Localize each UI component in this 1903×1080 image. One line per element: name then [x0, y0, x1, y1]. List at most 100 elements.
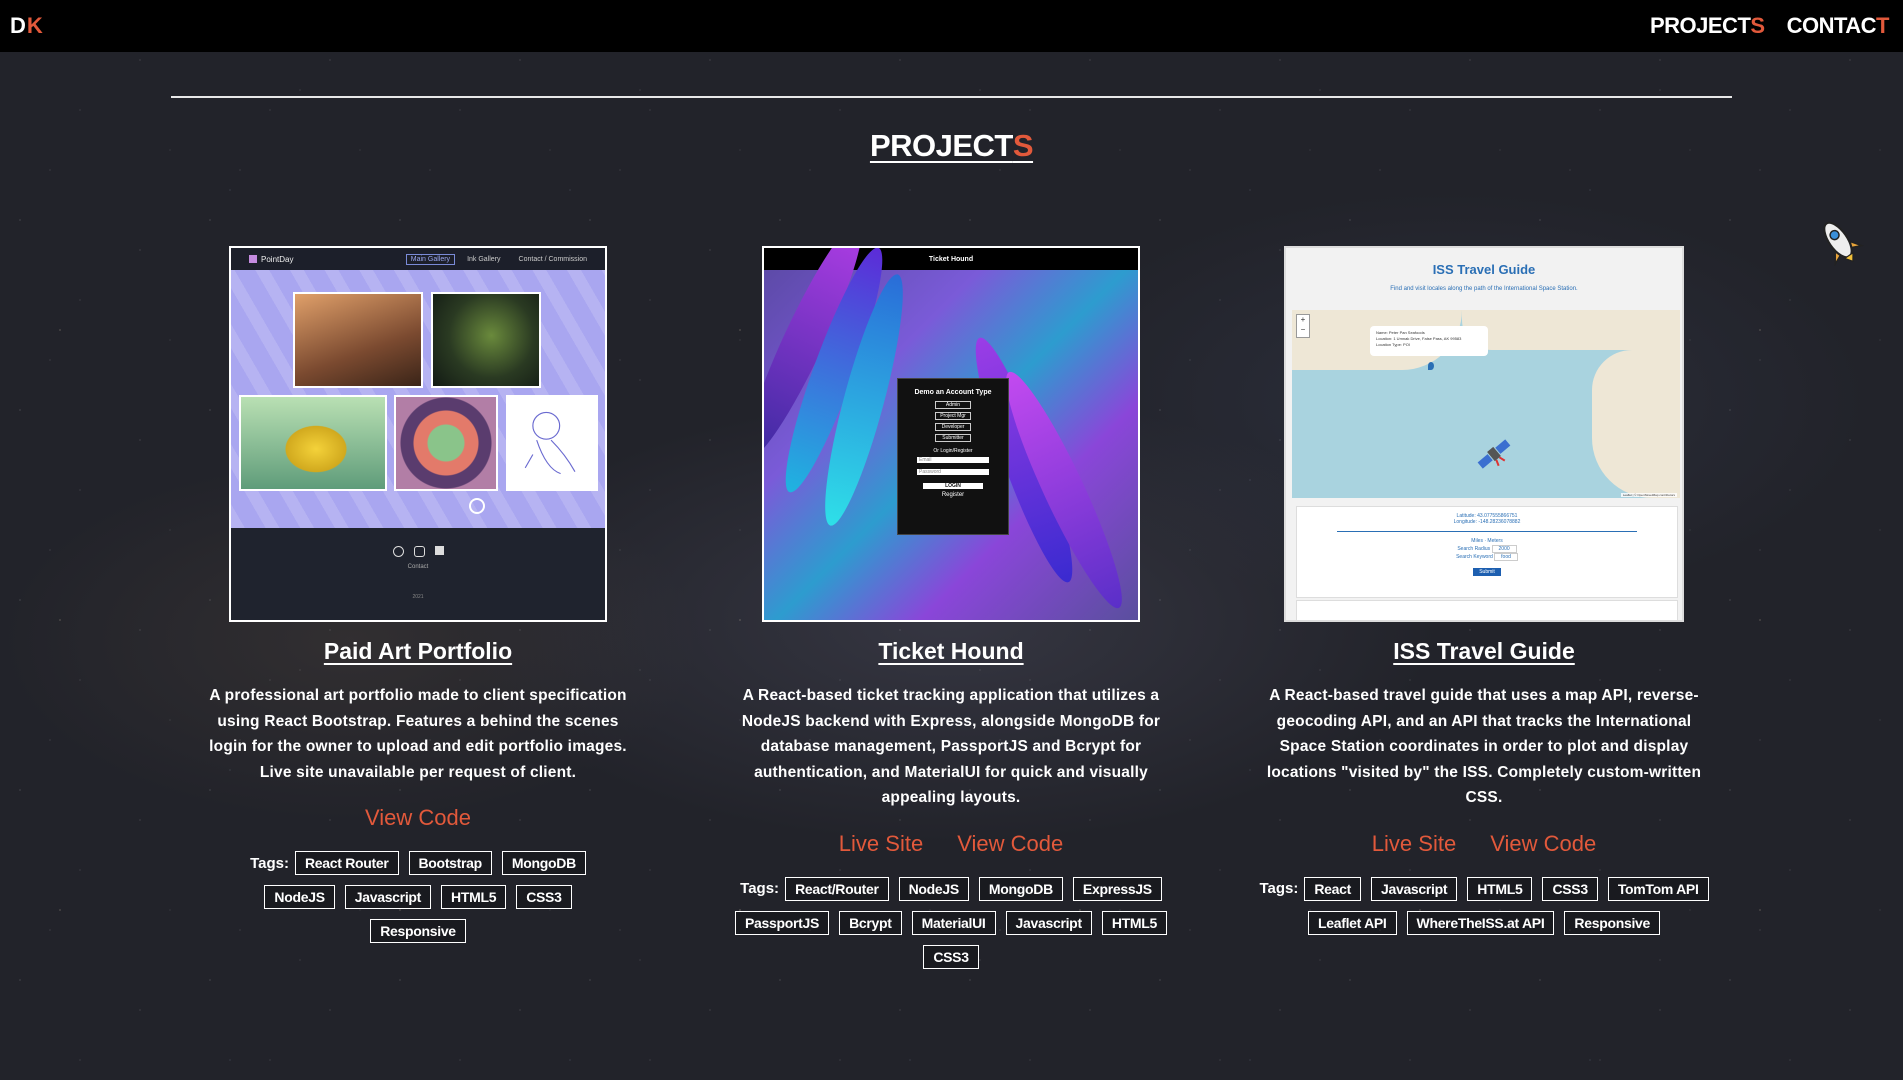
tag: HTML5 [441, 885, 507, 909]
project-screenshot-ticket-hound[interactable]: Ticket Hound Demo an Account Type Admin … [762, 246, 1140, 622]
satellite-icon [1477, 439, 1511, 469]
results-panel [1296, 600, 1678, 620]
units-meters[interactable]: Meters [1487, 538, 1502, 544]
project-card-ticket-hound: Ticket Hound Demo an Account Type Admin … [716, 246, 1186, 969]
screenshot-login-page: Demo an Account Type Admin Project Mgr D… [764, 248, 1138, 620]
site-logo[interactable]: DK [10, 13, 44, 39]
project-description: A React-based travel guide that uses a m… [1266, 687, 1702, 806]
map-popup: Name: Peter Pan Seafoods Location: 1 Umn… [1370, 326, 1488, 356]
tag: MongoDB [978, 876, 1063, 901]
tag: React Router [294, 851, 399, 875]
project-tags: Tags: React/Router NodeJS MongoDB Expres… [731, 876, 1171, 969]
nav-links: PROJECTS CONTACT [1650, 13, 1890, 39]
tag: NodeJS [898, 876, 969, 901]
live-site-link[interactable]: Live Site [1372, 831, 1456, 857]
tag: React [1304, 876, 1361, 901]
instagram-icon[interactable] [413, 546, 425, 557]
screenshot-gallery [231, 270, 605, 528]
units-miles[interactable]: Miles [1471, 538, 1483, 544]
screenshot-footer: Contact 2021 [231, 528, 605, 620]
top-navbar: DK PROJECTS CONTACT [0, 0, 1903, 52]
iss-longitude: Longitude: -148.28236078882 [1453, 519, 1521, 525]
tag: Responsive [1564, 910, 1661, 935]
tag: React/Router [785, 876, 889, 901]
iss-subtitle: Find and visit locales along the path of… [1390, 286, 1578, 292]
kofi-icon[interactable] [434, 546, 444, 555]
project-card-paid-art-portfolio: PointDay Main Gallery Ink Gallery Contac… [183, 246, 653, 943]
map-zoom-controls[interactable]: + − [1296, 314, 1310, 338]
nav-contact-accent: T [1876, 13, 1889, 38]
map-attribution: Leaflet | © OpenStreetMap contributors [1620, 493, 1677, 497]
section-title-main: PROJECT [869, 128, 1013, 163]
tag: NodeJS [264, 885, 335, 909]
section-title: PROJECTS [0, 128, 1903, 164]
email-field[interactable]: Email [917, 457, 989, 463]
project-tags: Tags: React Router Bootstrap MongoDB Nod… [213, 851, 623, 943]
footer-copyright: 2021 [412, 594, 424, 600]
tag: Bcrypt [839, 910, 902, 935]
radius-row: Search Radius 2000 [1297, 545, 1677, 553]
live-site-link[interactable]: Live Site [839, 831, 923, 857]
or-login-text: Or Login/Register [933, 448, 973, 454]
radius-label: Search Radius [1457, 546, 1491, 552]
screenshot-nav-item: Main Gallery [405, 253, 456, 265]
nav-projects-accent: S [1750, 13, 1765, 38]
tag: Javascript [1005, 910, 1092, 935]
keyword-row: Search Keyword food [1297, 553, 1677, 561]
tag: HTML5 [1101, 910, 1167, 935]
section-title-text: PROJECTS [869, 128, 1034, 163]
register-link[interactable]: Register [898, 492, 1008, 498]
nav-projects-text: PROJECT [1649, 13, 1751, 38]
screenshot-nav-item: Contact / Commission [518, 255, 587, 263]
nav-contact-link[interactable]: CONTACT [1786, 13, 1890, 39]
view-code-link[interactable]: View Code [365, 805, 471, 831]
project-tags: Tags: React Javascript HTML5 CSS3 TomTom… [1254, 876, 1714, 935]
gallery-thumbnail [293, 292, 423, 388]
map-land [1592, 350, 1680, 498]
iss-controls-panel: Latitude: 43.077555866751 Longitude: -14… [1296, 506, 1678, 598]
demo-role-button[interactable]: Admin [935, 401, 971, 409]
screenshot-brand: PointDay [261, 254, 294, 264]
project-title[interactable]: Ticket Hound [716, 638, 1186, 665]
nav-projects-link[interactable]: PROJECTS [1650, 13, 1765, 39]
keyword-label: Search Keyword [1456, 554, 1493, 560]
project-screenshot-paid-art-portfolio[interactable]: PointDay Main Gallery Ink Gallery Contac… [229, 246, 607, 622]
section-title-accent: S [1012, 128, 1034, 163]
units-toggle[interactable]: Miles · Meters [1297, 538, 1677, 544]
demo-login-box: Demo an Account Type Admin Project Mgr D… [897, 378, 1009, 535]
project-title[interactable]: Paid Art Portfolio [183, 638, 653, 665]
map-marker-icon[interactable] [1428, 362, 1434, 370]
password-field[interactable]: Password [917, 469, 989, 475]
nav-contact-text: CONTAC [1786, 13, 1877, 38]
radius-input[interactable]: 2000 [1491, 545, 1517, 553]
tag: WhereTheISS.at API [1406, 910, 1555, 935]
keyword-input[interactable]: food [1494, 553, 1518, 561]
tag: Javascript [344, 885, 432, 909]
tag: CSS3 [1542, 876, 1598, 901]
view-code-link[interactable]: View Code [957, 831, 1063, 857]
submit-button[interactable]: Submit [1473, 568, 1501, 576]
tags-label: Tags: [740, 880, 780, 897]
view-code-link[interactable]: View Code [1490, 831, 1596, 857]
iss-title: ISS Travel Guide [1432, 262, 1536, 277]
screenshot-iss-page: ISS Travel Guide Find and visit locales … [1286, 248, 1682, 620]
demo-title: Demo an Account Type [914, 389, 992, 396]
project-screenshot-iss-travel-guide[interactable]: ISS Travel Guide Find and visit locales … [1284, 246, 1684, 622]
demo-role-button[interactable]: Developer [935, 423, 971, 431]
demo-role-button[interactable]: Submitter [935, 434, 971, 442]
tags-label: Tags: [1259, 880, 1299, 897]
panel-divider [1337, 531, 1637, 532]
demo-role-button[interactable]: Project Mgr [935, 412, 971, 420]
screenshot-site-header: PointDay Main Gallery Ink Gallery Contac… [231, 248, 605, 270]
rocket-icon [1823, 221, 1864, 266]
carousel-indicator-icon[interactable] [469, 498, 485, 514]
pinterest-icon[interactable] [392, 546, 404, 557]
iss-map[interactable]: + − Name: Peter Pan Seafoods Location: 1 … [1292, 310, 1680, 498]
tag: HTML5 [1467, 876, 1533, 901]
map-land [1462, 310, 1680, 350]
project-title[interactable]: ISS Travel Guide [1249, 638, 1719, 665]
screenshot-logo-icon [249, 255, 257, 263]
tag: TomTom API [1607, 876, 1709, 901]
login-button[interactable]: LOGIN [923, 483, 983, 489]
footer-contact[interactable]: Contact [231, 564, 605, 570]
